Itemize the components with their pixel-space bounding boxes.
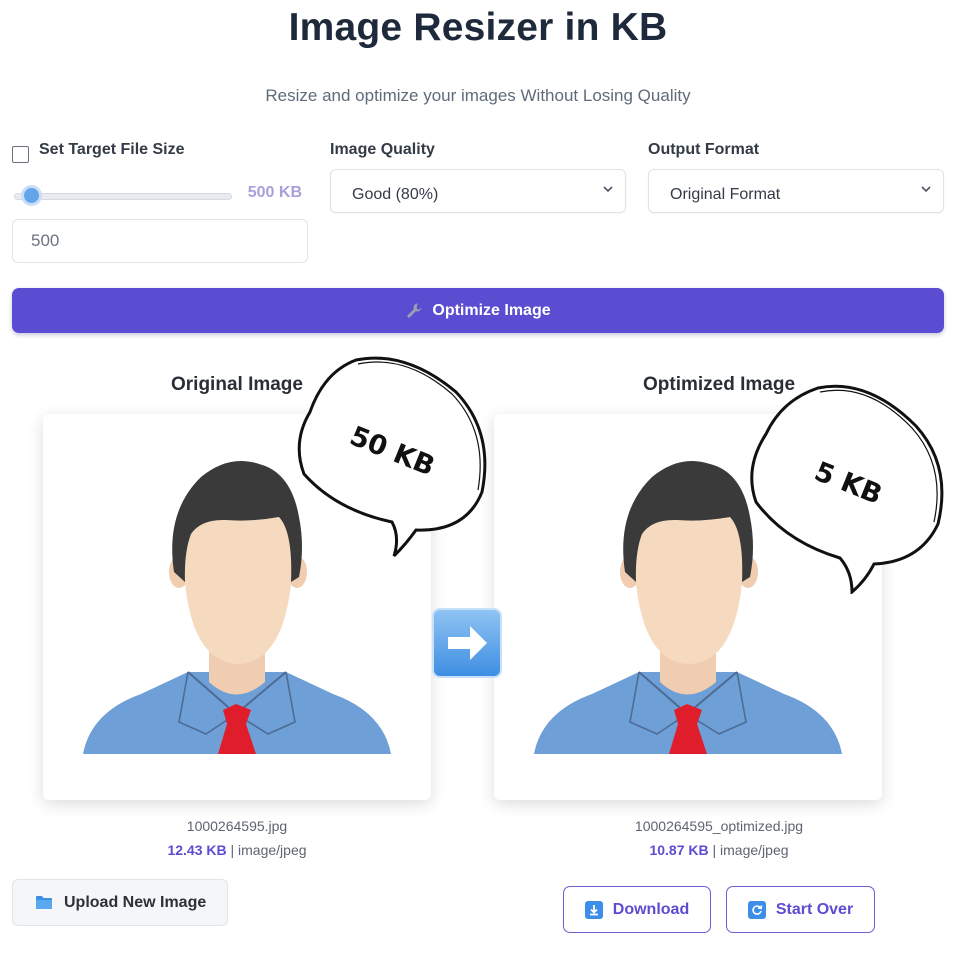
optimized-filename: 1000264595_optimized.jpg (634, 818, 804, 834)
optimize-image-button[interactable]: Optimize Image (12, 288, 944, 333)
download-button[interactable]: Download (563, 886, 711, 933)
optimized-file-size: 10.87 KB (649, 842, 709, 858)
optimized-file-type: image/jpeg (720, 842, 789, 858)
arrow-right-icon (432, 608, 502, 678)
upload-new-image-label: Upload New Image (64, 893, 207, 911)
output-format-select[interactable]: Original Format (648, 169, 944, 213)
page-subtitle: Resize and optimize your images Without … (265, 86, 691, 105)
page-title: Image Resizer in KB (288, 6, 668, 49)
original-file-info: 12.43 KB | image/jpeg (167, 842, 307, 858)
optimized-size-speech-bubble: 5 KB (750, 384, 944, 594)
optimized-file-info: 10.87 KB | image/jpeg (649, 842, 789, 858)
refresh-icon (747, 900, 766, 919)
chevron-down-icon (603, 186, 613, 193)
target-size-input[interactable] (12, 219, 308, 263)
target-size-slider-track[interactable] (14, 193, 232, 200)
download-label: Download (612, 900, 690, 918)
original-file-size: 12.43 KB (167, 842, 227, 858)
optimize-image-label: Optimize Image (432, 301, 551, 319)
original-size-speech-bubble: 50 KB (297, 356, 487, 558)
target-size-slider-value: 500 KB (247, 184, 302, 201)
image-quality-value: Good (80%) (352, 186, 439, 203)
target-size-slider-thumb[interactable] (21, 185, 43, 206)
original-file-type: image/jpeg (238, 842, 307, 858)
output-format-value: Original Format (670, 186, 781, 203)
chevron-down-icon (921, 186, 931, 193)
wrench-icon (407, 303, 422, 318)
output-format-label: Output Format (648, 141, 760, 158)
start-over-button[interactable]: Start Over (726, 886, 875, 933)
upload-new-image-button[interactable]: Upload New Image (12, 879, 228, 926)
arrow-right-glyph (448, 626, 487, 660)
download-icon (584, 900, 603, 919)
target-size-checkbox[interactable] (12, 146, 29, 163)
start-over-label: Start Over (775, 900, 854, 918)
folder-icon (36, 896, 52, 909)
target-size-label: Set Target File Size (39, 141, 185, 158)
image-quality-select[interactable]: Good (80%) (330, 169, 626, 213)
original-filename: 1000264595.jpg (186, 818, 288, 834)
image-quality-label: Image Quality (330, 141, 435, 158)
